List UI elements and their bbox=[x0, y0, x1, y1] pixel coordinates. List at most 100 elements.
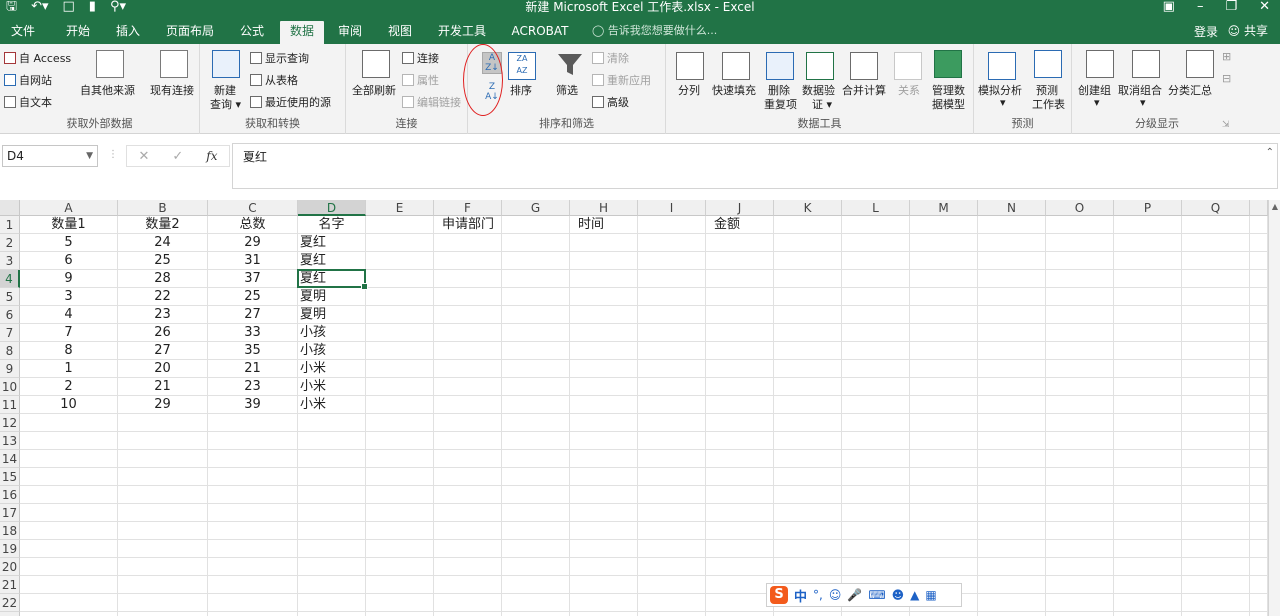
cell-q2[interactable] bbox=[1182, 234, 1250, 252]
cell-i3[interactable] bbox=[638, 252, 706, 270]
cell-a15[interactable] bbox=[20, 468, 118, 486]
cell-h17[interactable] bbox=[570, 504, 638, 522]
cell-h22[interactable] bbox=[570, 594, 638, 612]
column-header-o[interactable]: O bbox=[1046, 200, 1114, 216]
cell-m11[interactable] bbox=[910, 396, 978, 414]
cell-a5[interactable]: 3 bbox=[20, 288, 118, 306]
cell-l3[interactable] bbox=[842, 252, 910, 270]
cell-q4[interactable] bbox=[1182, 270, 1250, 288]
cell-d21[interactable] bbox=[298, 576, 366, 594]
cell-d22[interactable] bbox=[298, 594, 366, 612]
cell-q21[interactable] bbox=[1182, 576, 1250, 594]
subtotal-button[interactable]: 分类汇总 bbox=[1168, 82, 1212, 98]
cell-q14[interactable] bbox=[1182, 450, 1250, 468]
ime-mode-toggle[interactable]: 中 bbox=[794, 586, 807, 605]
cell-d23[interactable] bbox=[298, 612, 366, 616]
cell-j14[interactable] bbox=[706, 450, 774, 468]
cell-g12[interactable] bbox=[502, 414, 570, 432]
cell-i21[interactable] bbox=[638, 576, 706, 594]
cell-l14[interactable] bbox=[842, 450, 910, 468]
cell-p9[interactable] bbox=[1114, 360, 1182, 378]
column-header-i[interactable]: I bbox=[638, 200, 706, 216]
cell-h23[interactable] bbox=[570, 612, 638, 616]
cell-g2[interactable] bbox=[502, 234, 570, 252]
from-access-button[interactable]: 自 Access bbox=[4, 50, 71, 66]
cell-j1[interactable]: 金额 bbox=[706, 216, 774, 234]
cell-h21[interactable] bbox=[570, 576, 638, 594]
cell-h15[interactable] bbox=[570, 468, 638, 486]
tab-acrobat[interactable]: ACROBAT bbox=[506, 21, 574, 44]
cell-d10[interactable]: 小米 bbox=[298, 378, 366, 396]
column-header-n[interactable]: N bbox=[978, 200, 1046, 216]
cell-h19[interactable] bbox=[570, 540, 638, 558]
cell-q9[interactable] bbox=[1182, 360, 1250, 378]
cell-b23[interactable] bbox=[118, 612, 208, 616]
cell-n11[interactable] bbox=[978, 396, 1046, 414]
vertical-scrollbar[interactable]: ▲ bbox=[1268, 200, 1280, 616]
row-header-4[interactable]: 4 bbox=[0, 270, 20, 288]
cell-c12[interactable] bbox=[208, 414, 298, 432]
cell-j12[interactable] bbox=[706, 414, 774, 432]
insert-function-icon[interactable]: fx bbox=[206, 149, 217, 163]
cell-h11[interactable] bbox=[570, 396, 638, 414]
cell-o18[interactable] bbox=[1046, 522, 1114, 540]
cell-o19[interactable] bbox=[1046, 540, 1114, 558]
cell-f1[interactable]: 申请部门 bbox=[434, 216, 502, 234]
cell-b6[interactable]: 23 bbox=[118, 306, 208, 324]
row-header-18[interactable]: 18 bbox=[0, 522, 20, 540]
cell-l6[interactable] bbox=[842, 306, 910, 324]
row-header-14[interactable]: 14 bbox=[0, 450, 20, 468]
cell-f3[interactable] bbox=[434, 252, 502, 270]
column-header-a[interactable]: A bbox=[20, 200, 118, 216]
cell-g1[interactable] bbox=[502, 216, 570, 234]
cell-o9[interactable] bbox=[1046, 360, 1114, 378]
cell-f18[interactable] bbox=[434, 522, 502, 540]
cell-d20[interactable] bbox=[298, 558, 366, 576]
cell-a19[interactable] bbox=[20, 540, 118, 558]
cell-h1[interactable]: 时间 bbox=[570, 216, 638, 234]
cell-b8[interactable]: 27 bbox=[118, 342, 208, 360]
cell-g14[interactable] bbox=[502, 450, 570, 468]
cell-f10[interactable] bbox=[434, 378, 502, 396]
cell-b9[interactable]: 20 bbox=[118, 360, 208, 378]
row-header-11[interactable]: 11 bbox=[0, 396, 20, 414]
existing-connections-button[interactable]: 现有连接 bbox=[150, 82, 194, 98]
tab-insert[interactable]: 插入 bbox=[110, 21, 146, 44]
cell-i6[interactable] bbox=[638, 306, 706, 324]
cell-a4[interactable]: 9 bbox=[20, 270, 118, 288]
group-dropdown[interactable]: ▾ bbox=[1094, 96, 1100, 109]
cell-b18[interactable] bbox=[118, 522, 208, 540]
cell-a7[interactable]: 7 bbox=[20, 324, 118, 342]
cell-p12[interactable] bbox=[1114, 414, 1182, 432]
cell-j6[interactable] bbox=[706, 306, 774, 324]
cell-m17[interactable] bbox=[910, 504, 978, 522]
cell-c2[interactable]: 29 bbox=[208, 234, 298, 252]
cell-i17[interactable] bbox=[638, 504, 706, 522]
cell-b3[interactable]: 25 bbox=[118, 252, 208, 270]
cell-o1[interactable] bbox=[1046, 216, 1114, 234]
cell-f2[interactable] bbox=[434, 234, 502, 252]
row-header-3[interactable]: 3 bbox=[0, 252, 20, 270]
cell-m20[interactable] bbox=[910, 558, 978, 576]
column-header-f[interactable]: F bbox=[434, 200, 502, 216]
cell-f13[interactable] bbox=[434, 432, 502, 450]
cell-g23[interactable] bbox=[502, 612, 570, 616]
row-header-2[interactable]: 2 bbox=[0, 234, 20, 252]
row-header-8[interactable]: 8 bbox=[0, 342, 20, 360]
relationships-button[interactable]: 关系 bbox=[898, 82, 920, 98]
cell-f11[interactable] bbox=[434, 396, 502, 414]
cell-f15[interactable] bbox=[434, 468, 502, 486]
cell-f23[interactable] bbox=[434, 612, 502, 616]
cell-k1[interactable] bbox=[774, 216, 842, 234]
cell-k10[interactable] bbox=[774, 378, 842, 396]
cell-j16[interactable] bbox=[706, 486, 774, 504]
ungroup-dropdown[interactable]: ▾ bbox=[1140, 96, 1146, 109]
cell-o7[interactable] bbox=[1046, 324, 1114, 342]
cell-k6[interactable] bbox=[774, 306, 842, 324]
cell-n9[interactable] bbox=[978, 360, 1046, 378]
edit-links-button[interactable]: 编辑链接 bbox=[402, 94, 461, 110]
cell-d9[interactable]: 小米 bbox=[298, 360, 366, 378]
cell-d13[interactable] bbox=[298, 432, 366, 450]
cell-q10[interactable] bbox=[1182, 378, 1250, 396]
tab-home[interactable]: 开始 bbox=[60, 21, 96, 44]
